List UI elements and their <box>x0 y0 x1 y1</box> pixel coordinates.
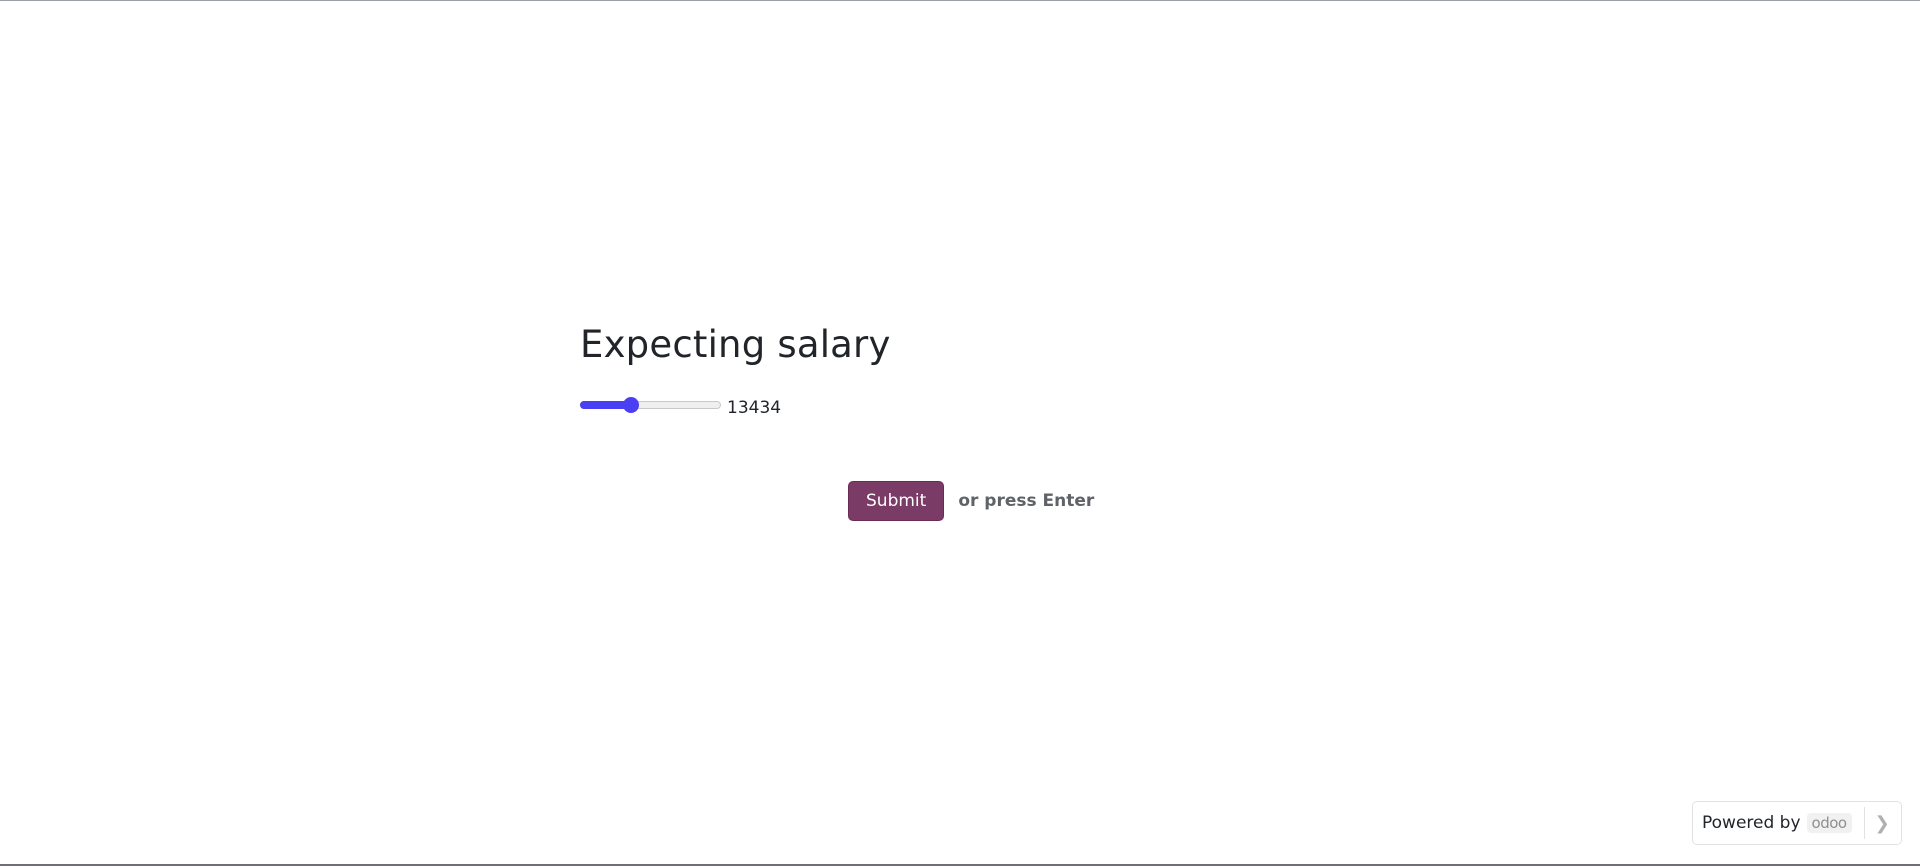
submit-row: Submit or press Enter <box>848 481 1094 521</box>
slider-value: 13434 <box>727 397 782 418</box>
powered-by-label: Powered by <box>1702 813 1801 833</box>
powered-by-badge: Powered by odoo ❯ <box>1692 801 1902 845</box>
press-enter-hint: or press Enter <box>958 491 1095 511</box>
question-title: Expecting salary <box>580 323 891 366</box>
submit-button[interactable]: Submit <box>848 481 945 521</box>
odoo-logo: odoo <box>1806 813 1852 833</box>
salary-slider[interactable] <box>580 397 721 415</box>
top-border <box>0 0 1920 1</box>
chevron-right-icon[interactable]: ❯ <box>1875 813 1890 834</box>
salary-slider-row: 13434 <box>580 392 781 420</box>
slider-thumb[interactable] <box>623 397 639 413</box>
badge-divider <box>1863 807 1865 839</box>
